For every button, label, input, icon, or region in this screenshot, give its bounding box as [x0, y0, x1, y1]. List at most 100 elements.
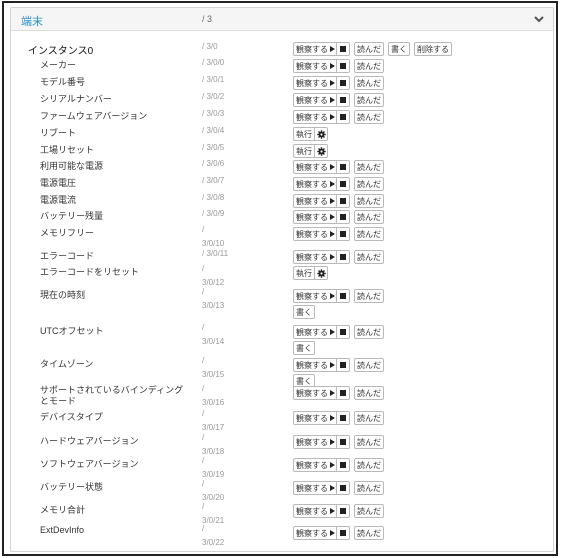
- read-button[interactable]: 読んだ: [354, 160, 384, 174]
- play-icon: [330, 293, 335, 299]
- observe-button[interactable]: 観察する: [293, 210, 336, 224]
- stop-button[interactable]: [336, 289, 350, 303]
- read-button[interactable]: 読んだ: [354, 435, 384, 449]
- observe-button[interactable]: 観察する: [293, 76, 336, 90]
- stop-button[interactable]: [336, 481, 350, 495]
- stop-button[interactable]: [336, 93, 350, 107]
- resource-actions: 観察する 読んだ: [293, 58, 388, 74]
- execute-options-button[interactable]: [314, 266, 328, 280]
- stop-button[interactable]: [336, 526, 350, 540]
- stop-button[interactable]: [336, 42, 350, 56]
- resource-label: メモリフリー: [40, 228, 95, 238]
- read-button[interactable]: 読んだ: [354, 411, 384, 425]
- stop-button[interactable]: [336, 411, 350, 425]
- observe-button[interactable]: 観察する: [293, 250, 336, 264]
- resource-actions: 観察する 読んだ: [293, 75, 388, 91]
- stop-icon: [340, 530, 346, 536]
- execute-button[interactable]: 執行: [293, 266, 314, 280]
- resource-actions: 執行: [293, 143, 332, 159]
- read-button[interactable]: 読んだ: [354, 76, 384, 90]
- resource-path: / 3/0/5: [202, 143, 225, 152]
- read-button[interactable]: 読んだ: [354, 59, 384, 73]
- read-button[interactable]: 読んだ: [354, 325, 384, 339]
- read-button[interactable]: 読んだ: [354, 177, 384, 191]
- execute-button[interactable]: 執行: [293, 144, 314, 158]
- observe-button[interactable]: 観察する: [293, 59, 336, 73]
- read-button[interactable]: 読んだ: [354, 227, 384, 241]
- panel-header[interactable]: 端末 / 3: [11, 8, 553, 31]
- resource-actions: 観察する 読んだ: [293, 410, 388, 426]
- observe-button[interactable]: 観察する: [293, 386, 336, 400]
- observe-button[interactable]: 観察する: [293, 93, 336, 107]
- write-button[interactable]: 書く: [388, 42, 410, 56]
- stop-icon: [340, 97, 346, 103]
- stop-button[interactable]: [336, 250, 350, 264]
- stop-button[interactable]: [336, 59, 350, 73]
- read-button[interactable]: 読んだ: [354, 526, 384, 540]
- stop-button[interactable]: [336, 76, 350, 90]
- resource-path: / 3/0/2: [202, 92, 225, 101]
- observe-button[interactable]: 観察する: [293, 160, 336, 174]
- write-button[interactable]: 書く: [293, 305, 315, 319]
- write-button[interactable]: 書く: [293, 341, 315, 355]
- observe-button[interactable]: 観察する: [293, 458, 336, 472]
- stop-button[interactable]: [336, 227, 350, 241]
- chevron-down-icon[interactable]: [533, 14, 545, 24]
- stop-button[interactable]: [336, 435, 350, 449]
- delete-button[interactable]: 削除する: [414, 42, 452, 56]
- resource-actions: 観察する 読んだ 書く: [293, 288, 388, 320]
- panel-title[interactable]: 端末: [21, 13, 43, 29]
- stop-button[interactable]: [336, 458, 350, 472]
- observe-button[interactable]: 観察する: [293, 177, 336, 191]
- observe-button[interactable]: 観察する: [293, 227, 336, 241]
- observe-button[interactable]: 観察する: [293, 358, 336, 372]
- stop-icon: [340, 293, 346, 299]
- observe-button[interactable]: 観察する: [293, 526, 336, 540]
- read-button[interactable]: 読んだ: [354, 250, 384, 264]
- play-icon: [330, 164, 335, 170]
- read-button[interactable]: 読んだ: [354, 289, 384, 303]
- resource-path: / 3/0/15: [202, 356, 225, 379]
- read-button[interactable]: 読んだ: [354, 210, 384, 224]
- stop-icon: [340, 114, 346, 120]
- resource-path: / 3/0/8: [202, 193, 225, 202]
- read-button[interactable]: 読んだ: [354, 358, 384, 372]
- resource-actions: 観察する 読んだ 書く: [293, 324, 388, 356]
- read-button[interactable]: 読んだ: [354, 504, 384, 518]
- observe-button[interactable]: 観察する: [293, 435, 336, 449]
- stop-button[interactable]: [336, 210, 350, 224]
- stop-button[interactable]: [336, 504, 350, 518]
- observe-button[interactable]: 観察する: [293, 325, 336, 339]
- stop-button[interactable]: [336, 325, 350, 339]
- observe-button[interactable]: 観察する: [293, 110, 336, 124]
- stop-button[interactable]: [336, 194, 350, 208]
- read-button[interactable]: 読んだ: [354, 110, 384, 124]
- read-button[interactable]: 読んだ: [354, 481, 384, 495]
- observe-button[interactable]: 観察する: [293, 481, 336, 495]
- read-button[interactable]: 読んだ: [354, 194, 384, 208]
- stop-button[interactable]: [336, 358, 350, 372]
- execute-options-button[interactable]: [314, 127, 328, 141]
- read-button[interactable]: 読んだ: [354, 386, 384, 400]
- observe-button[interactable]: 観察する: [293, 194, 336, 208]
- play-icon: [330, 214, 335, 220]
- play-icon: [330, 198, 335, 204]
- gear-icon: [316, 268, 326, 278]
- read-button[interactable]: 読んだ: [354, 93, 384, 107]
- observe-button[interactable]: 観察する: [293, 504, 336, 518]
- resource-path: / 3/0/13: [202, 287, 225, 310]
- stop-button[interactable]: [336, 177, 350, 191]
- play-icon: [330, 485, 335, 491]
- read-button[interactable]: 読んだ: [354, 42, 384, 56]
- observe-button[interactable]: 観察する: [293, 289, 336, 303]
- read-button[interactable]: 読んだ: [354, 458, 384, 472]
- execute-options-button[interactable]: [314, 144, 328, 158]
- stop-button[interactable]: [336, 386, 350, 400]
- stop-button[interactable]: [336, 110, 350, 124]
- stop-button[interactable]: [336, 160, 350, 174]
- play-icon: [330, 80, 335, 86]
- observe-button[interactable]: 観察する: [293, 411, 336, 425]
- observe-button[interactable]: 観察する: [293, 42, 336, 56]
- execute-button[interactable]: 執行: [293, 127, 314, 141]
- stop-icon: [340, 164, 346, 170]
